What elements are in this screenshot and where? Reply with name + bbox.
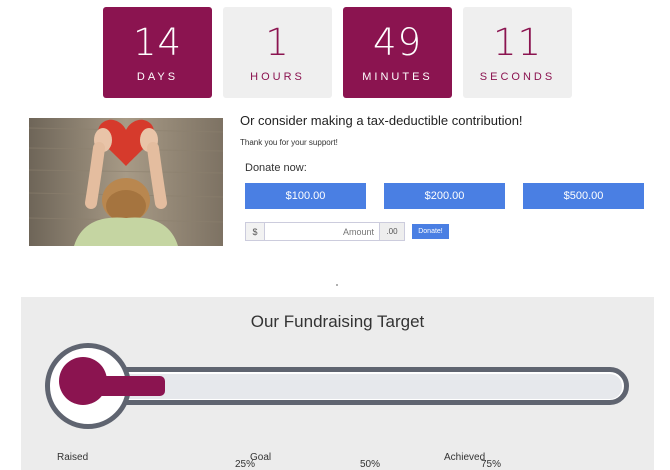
stat-achieved-label: Achieved: [444, 452, 486, 463]
countdown-hours-value: 1: [265, 20, 290, 64]
custom-amount-input[interactable]: [265, 222, 380, 241]
countdown-minutes: 49 MINUTES: [343, 7, 452, 98]
donate-100-button[interactable]: $100.00: [245, 183, 366, 209]
donate-200-button[interactable]: $200.00: [384, 183, 505, 209]
stat-goal-label: Goal: [250, 452, 272, 463]
fundraising-target-panel: Our Fundraising Target 25% 50% 75% Raise…: [21, 297, 654, 470]
preset-amounts: $100.00 $200.00 $500.00: [245, 183, 650, 209]
countdown-days-label: DAYS: [136, 70, 179, 83]
fundraising-thermometer: 25% 50% 75%: [45, 343, 629, 470]
countdown-minutes-label: MINUTES: [362, 70, 433, 83]
countdown-hours: 1 HOURS: [223, 7, 332, 98]
child-with-heart-image: [29, 118, 223, 246]
thermometer-track: [89, 374, 622, 399]
donate-now-label: Donate now:: [245, 162, 307, 174]
divider-dot: [336, 284, 338, 286]
currency-addon: $: [245, 222, 265, 241]
tick-50: 50%: [359, 459, 381, 470]
donate-submit-button[interactable]: Donate!: [412, 224, 449, 239]
thermometer-progress-fill: [95, 376, 165, 396]
countdown-seconds-label: SECONDS: [479, 70, 556, 83]
donation-heading: Or consider making a tax-deductible cont…: [240, 113, 523, 128]
countdown-seconds: 11 SECONDS: [463, 7, 572, 98]
countdown-hours-label: HOURS: [250, 70, 305, 83]
custom-amount-row: $ .00 Donate!: [245, 222, 650, 241]
countdown-days-value: 14: [132, 20, 183, 64]
donation-section: Or consider making a tax-deductible cont…: [240, 113, 650, 241]
countdown-minutes-value: 49: [372, 20, 423, 64]
donation-thanks-text: Thank you for your support!: [240, 138, 338, 147]
stat-raised-label: Raised: [57, 452, 89, 463]
fundraising-target-title: Our Fundraising Target: [250, 312, 425, 331]
cents-addon: .00: [380, 222, 405, 241]
countdown-timer: 14 DAYS 1 HOURS 49 MINUTES 11 SECONDS: [103, 7, 572, 98]
child-with-heart-illustration: [29, 118, 223, 246]
countdown-seconds-value: 11: [492, 20, 543, 64]
donate-500-button[interactable]: $500.00: [523, 183, 644, 209]
countdown-days: 14 DAYS: [103, 7, 212, 98]
